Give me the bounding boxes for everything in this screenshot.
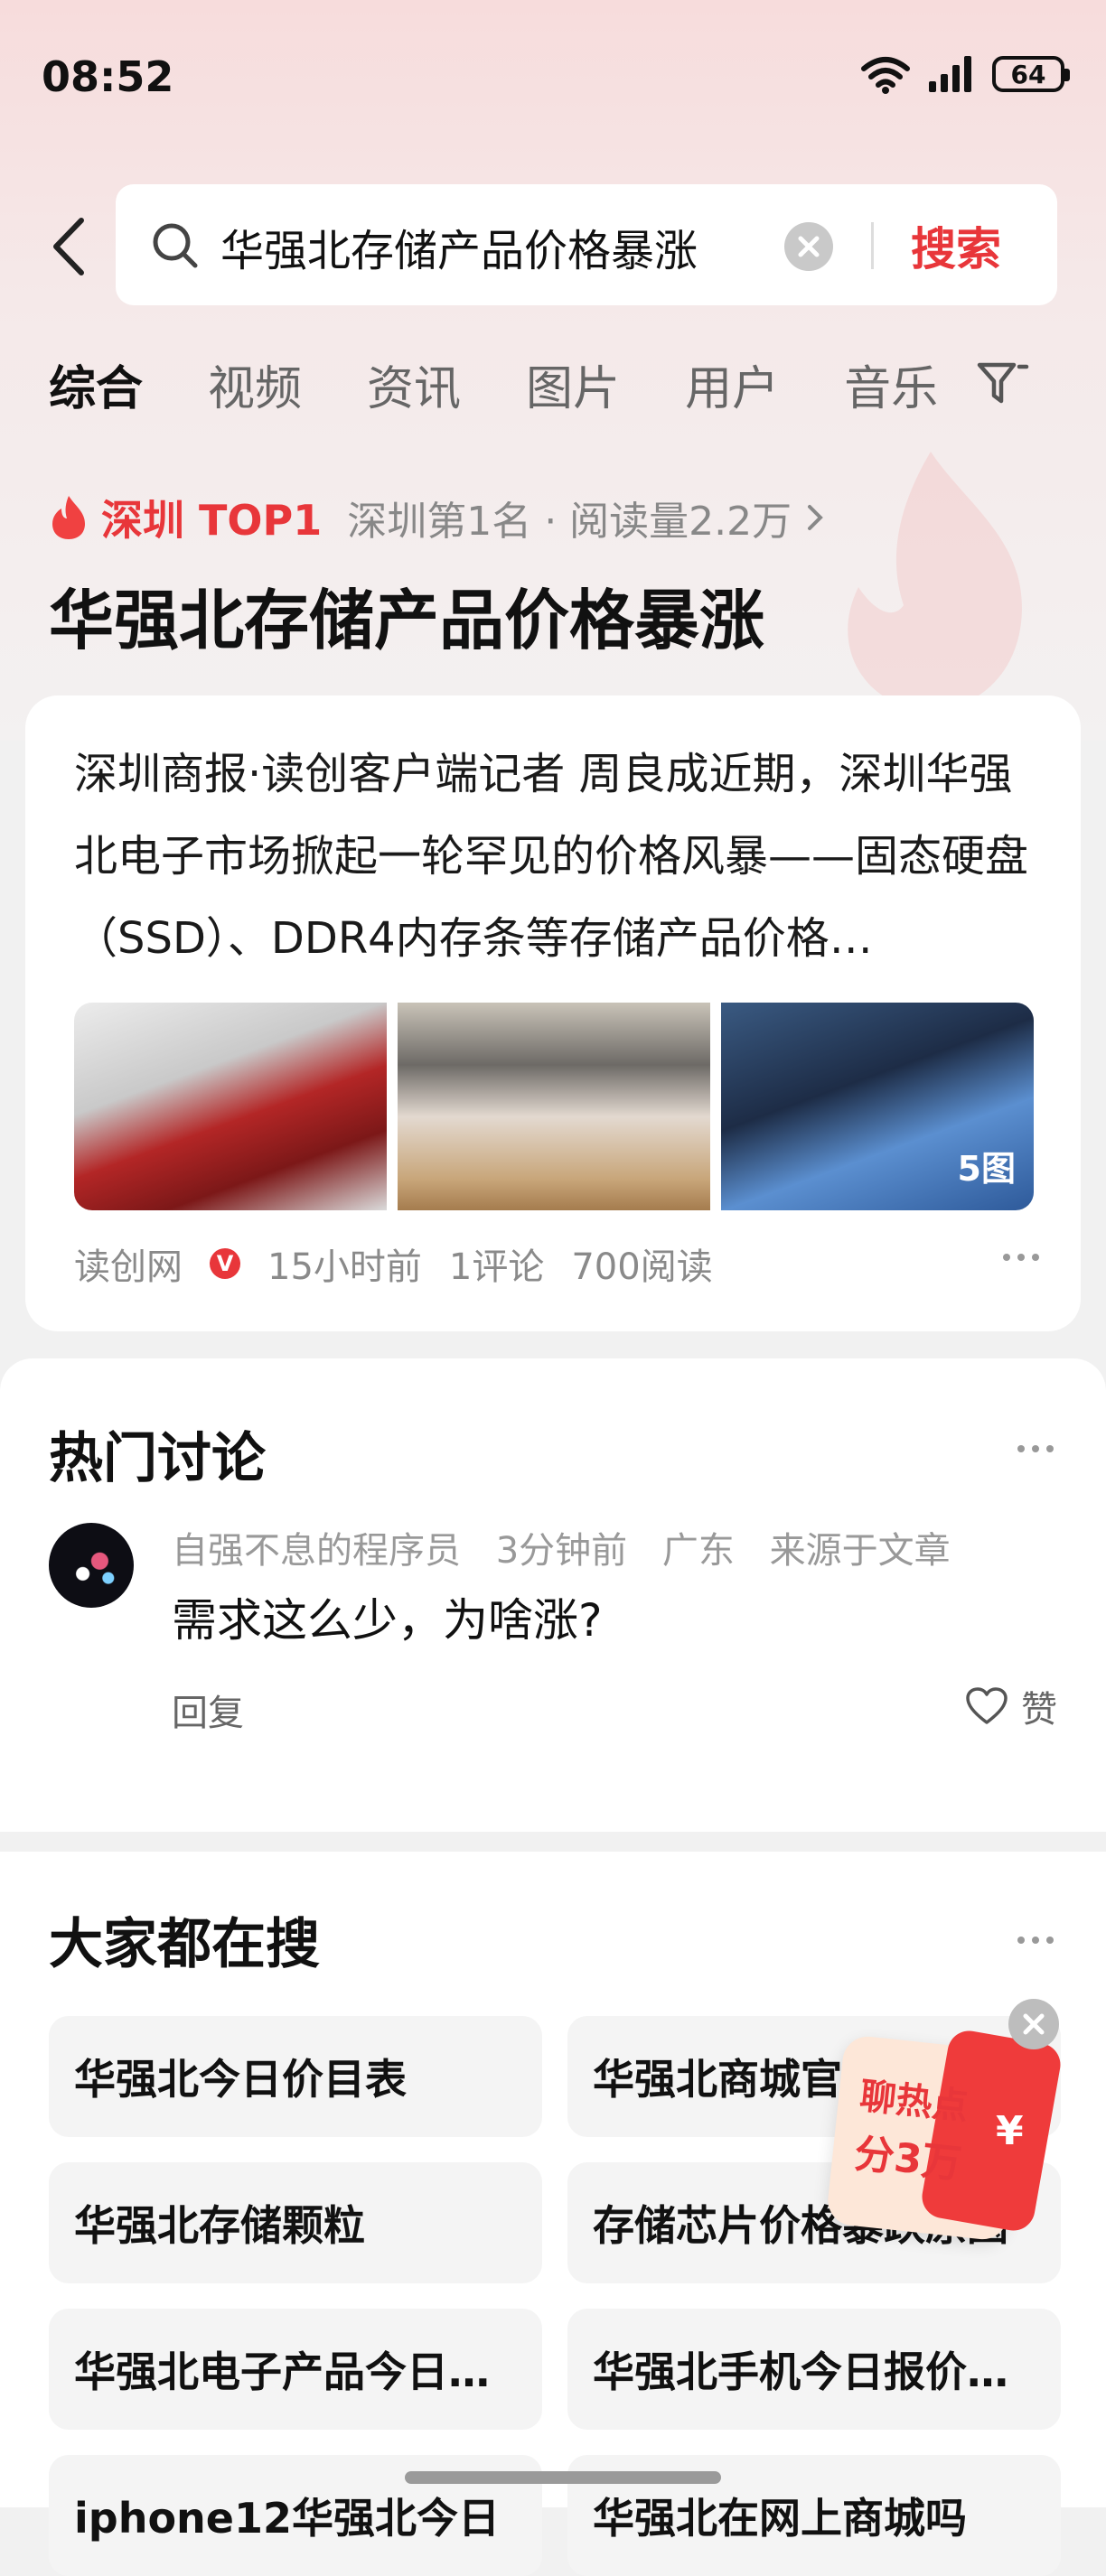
battery-icon: 64 <box>992 56 1070 92</box>
search-divider <box>871 222 874 269</box>
article-comments: 1评论 <box>448 1246 545 1288</box>
search-icon <box>153 223 198 268</box>
comment-text: 需求这么少，为啥涨? <box>172 1594 603 1647</box>
image-count-badge: 5图 <box>957 1149 1016 1189</box>
signal-icon <box>929 56 971 92</box>
like-label: 赞 <box>1021 1689 1057 1731</box>
article-meta: 读创网 V 15小时前 1评论 700阅读 <box>74 1237 740 1290</box>
back-arrow-icon[interactable] <box>47 215 92 278</box>
status-icons: 64 <box>860 54 1070 94</box>
avatar[interactable] <box>49 1523 134 1608</box>
search-button[interactable]: 搜索 <box>911 213 1001 278</box>
page-title: 华强北存储产品价格暴涨 <box>49 583 765 658</box>
wifi-icon <box>861 57 910 94</box>
more-options-icon[interactable] <box>1017 1445 1054 1452</box>
promo-line-1: 聊热点 <box>858 2075 970 2129</box>
decorative-flame-icon <box>848 452 1022 712</box>
article-source[interactable]: 读创网 <box>74 1237 183 1290</box>
chevron-right-icon <box>808 505 823 530</box>
tab-news[interactable]: 资讯 <box>367 350 461 418</box>
clear-search-icon[interactable] <box>784 222 833 271</box>
search-suggestion[interactable]: 华强北电子产品今日… <box>49 2309 542 2430</box>
close-promo-button[interactable] <box>1008 1999 1059 2049</box>
article-card[interactable]: 深圳商报·读创客户端记者 周良成近期，深圳华强北电子市场掀起一轮罕见的价格风暴—… <box>25 695 1081 1331</box>
comment-location: 广东 <box>661 1530 735 1572</box>
article-image-2[interactable] <box>398 1003 710 1210</box>
hot-discussion-section: 热门讨论 自强不息的程序员 3分钟前 广东 来源于文章 需求这么少，为啥涨? 回… <box>0 1358 1106 1832</box>
status-time: 08:52 <box>42 52 174 101</box>
article-image-1[interactable] <box>74 1003 387 1210</box>
tab-video[interactable]: 视频 <box>208 350 302 418</box>
heart-icon <box>966 1687 1008 1724</box>
hot-rank-line[interactable]: 深圳 TOP1 深圳第1名 · 阅读量2.2万 <box>49 488 828 547</box>
article-thumbnails: 5图 <box>74 1003 1034 1210</box>
home-indicator[interactable] <box>405 2471 721 2484</box>
section-title-searches: 大家都在搜 <box>49 1913 320 1976</box>
fire-icon <box>52 496 85 539</box>
search-suggestion[interactable]: 华强北手机今日报价… <box>567 2309 1061 2430</box>
status-bar: 08:52 64 <box>0 0 1106 163</box>
tab-images[interactable]: 图片 <box>526 350 620 418</box>
search-bar[interactable]: 华强北存储产品价格暴涨 搜索 <box>116 184 1057 305</box>
comment-user[interactable]: 自强不息的程序员 <box>172 1530 461 1572</box>
red-packet-promo[interactable]: ¥ 聊热点 分3万 <box>825 2027 1064 2242</box>
search-suggestion[interactable]: 华强北存储颗粒 <box>49 2162 542 2283</box>
close-icon <box>1023 2013 1045 2035</box>
article-time: 15小时前 <box>267 1246 422 1288</box>
more-options-icon[interactable] <box>1017 1937 1054 1944</box>
like-button[interactable]: 赞 <box>965 1680 1057 1732</box>
hot-rank-sub: 深圳第1名 · 阅读量2.2万 <box>347 499 792 545</box>
promo-line-2: 分3万 <box>852 2130 964 2189</box>
article-text: 深圳商报·读创客户端记者 周良成近期，深圳华强北电子市场掀起一轮罕见的价格风暴—… <box>74 749 1029 964</box>
article-reads: 700阅读 <box>571 1246 713 1288</box>
reply-button[interactable]: 回复 <box>172 1684 244 1736</box>
close-icon <box>798 236 820 257</box>
tab-music[interactable]: 音乐 <box>844 350 938 418</box>
search-input[interactable]: 华强北存储产品价格暴涨 <box>220 215 698 278</box>
currency-icon: ¥ <box>996 2108 1024 2154</box>
verified-badge: V <box>210 1248 240 1279</box>
comment-time: 3分钟前 <box>495 1530 628 1572</box>
category-tabs: 综合 视频 资讯 图片 用户 音乐 <box>49 350 1003 418</box>
tab-comprehensive[interactable]: 综合 <box>49 350 143 418</box>
hot-rank-label: 深圳 TOP1 <box>101 496 323 545</box>
article-image-3[interactable]: 5图 <box>721 1003 1034 1210</box>
filter-icon[interactable] <box>974 358 1030 408</box>
more-options-icon[interactable] <box>1003 1254 1039 1261</box>
comment-meta: 自强不息的程序员 3分钟前 广东 来源于文章 <box>172 1521 974 1573</box>
comment-origin: 来源于文章 <box>769 1530 951 1572</box>
search-suggestion[interactable]: 华强北今日价目表 <box>49 2016 542 2137</box>
tab-users[interactable]: 用户 <box>685 350 779 418</box>
section-title-discussion: 热门讨论 <box>49 1427 266 1490</box>
